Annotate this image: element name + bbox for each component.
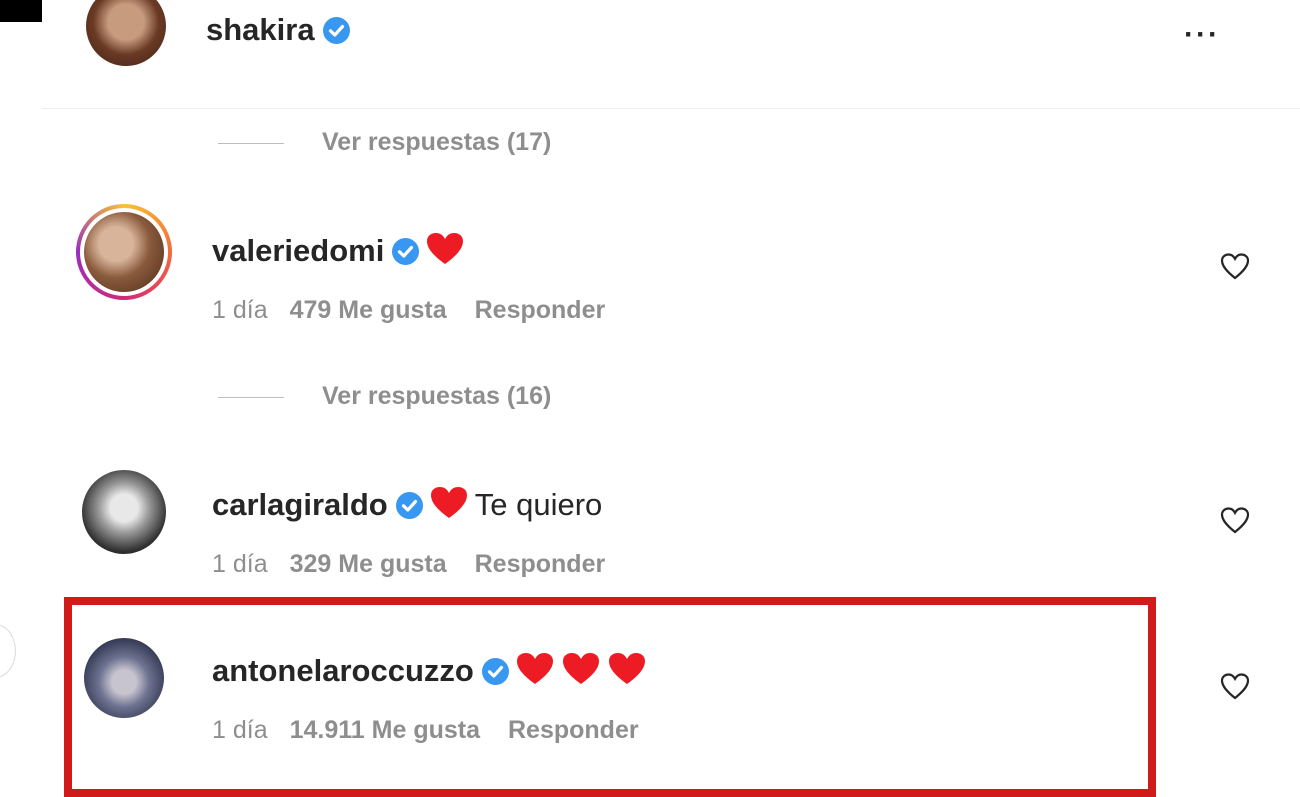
comment-text: Te quiero (474, 487, 603, 522)
red-heart-emoji-icon (425, 232, 465, 274)
comment-time: 1 día (212, 296, 268, 324)
like-heart-icon[interactable] (1220, 252, 1252, 282)
comment-meta: 1 día 479 Me gusta Responder (212, 296, 605, 325)
like-heart-icon[interactable] (1220, 672, 1252, 702)
comment-time: 1 día (212, 716, 268, 744)
comment-header: valeriedomi (212, 232, 465, 274)
view-replies-button[interactable]: Ver respuestas (17) (322, 128, 551, 157)
commenter-username[interactable]: antonelaroccuzzo (212, 653, 474, 688)
comment-meta: 1 día 14.911 Me gusta Responder (212, 716, 639, 745)
comment-likes[interactable]: 329 Me gusta (290, 550, 447, 578)
commenter-username[interactable]: carlagiraldo (212, 487, 388, 522)
author-avatar[interactable] (86, 0, 166, 66)
replies-divider-line (218, 143, 284, 144)
comment-item: antonelaroccuzzo 1 día 14.911 Me gusta Res… (42, 630, 1300, 750)
view-replies-button[interactable]: Ver respuestas (16) (322, 382, 551, 411)
commenter-avatar[interactable] (84, 638, 164, 718)
replies-divider-line (218, 397, 284, 398)
post-header: shakira ··· (42, 0, 1300, 109)
comment-likes[interactable]: 479 Me gusta (290, 296, 447, 324)
red-heart-emoji-icon (429, 486, 469, 528)
comment-likes[interactable]: 14.911 Me gusta (290, 716, 480, 744)
red-heart-emoji-icon (561, 652, 601, 694)
verified-badge-icon (322, 17, 350, 44)
comment-meta: 1 día 329 Me gusta Responder (212, 550, 605, 579)
verified-badge-icon (392, 238, 420, 265)
comment-time: 1 día (212, 550, 268, 578)
like-heart-icon[interactable] (1220, 506, 1252, 536)
reply-button[interactable]: Responder (475, 296, 606, 324)
reply-button[interactable]: Responder (475, 550, 606, 578)
author-username[interactable]: shakira (206, 12, 350, 48)
verified-badge-icon (481, 658, 509, 685)
author-name-text[interactable]: shakira (206, 12, 315, 47)
comment-header: antonelaroccuzzo (212, 652, 647, 694)
commenter-username[interactable]: valeriedomi (212, 233, 384, 268)
red-heart-emoji-icon (607, 652, 647, 694)
more-options-button[interactable]: ··· (1184, 18, 1220, 52)
red-heart-emoji-icon (515, 652, 555, 694)
corner-dark-block (0, 0, 42, 22)
comment-item: valeriedomi 1 día 479 Me gusta Responder (42, 204, 1300, 330)
commenter-avatar[interactable] (84, 212, 164, 292)
comment-header: carlagiraldo Te quiero (212, 486, 602, 528)
verified-badge-icon (395, 492, 423, 519)
reply-button[interactable]: Responder (508, 716, 639, 744)
commenter-avatar[interactable] (82, 470, 166, 554)
comment-item: carlagiraldo Te quiero 1 día 329 Me gusta R… (42, 464, 1300, 584)
